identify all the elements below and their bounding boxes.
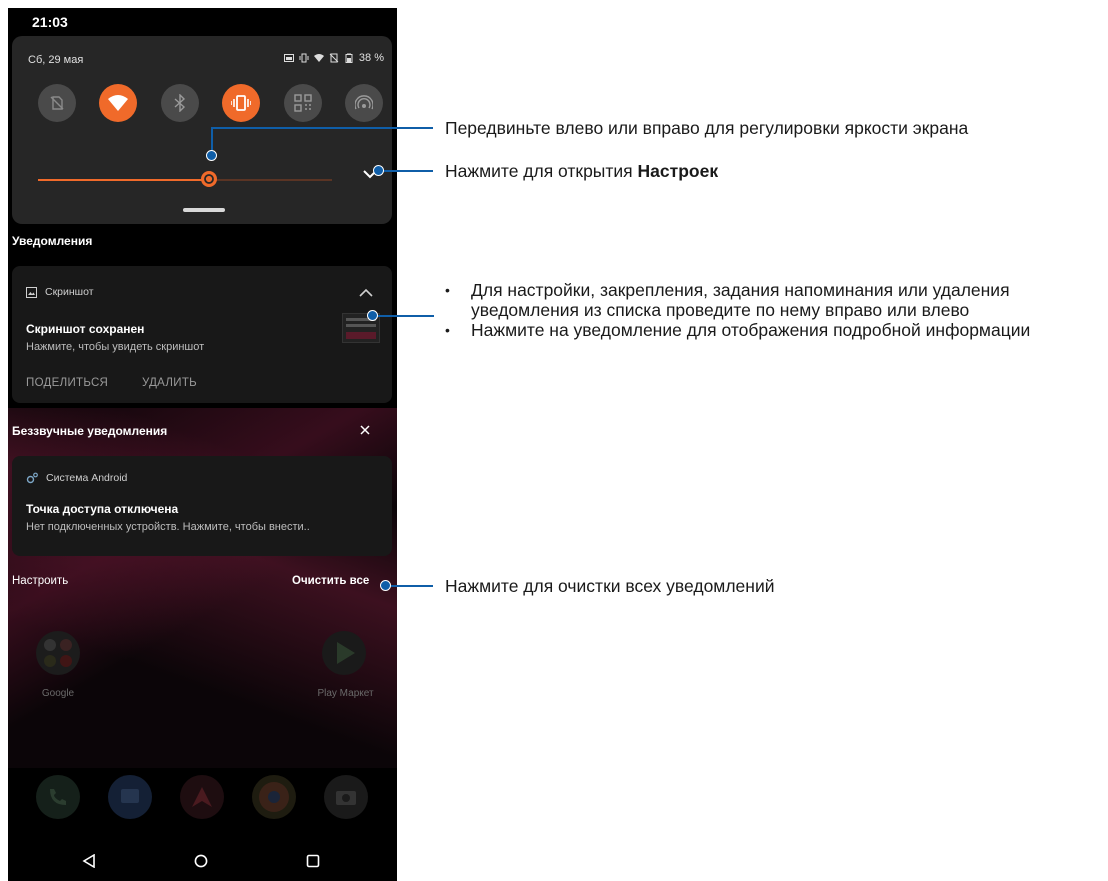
bluetooth-icon: [174, 94, 186, 112]
tap-tip: Нажмите на уведомление для отображения п…: [444, 320, 1030, 340]
chrome-logo-icon: [259, 782, 289, 812]
swipe-tip: Для настройки, закрепления, задания напо…: [444, 280, 1030, 320]
brightness-callout-line-h: [211, 127, 433, 129]
android-app-row: Система Android: [26, 472, 127, 484]
swipe-tip-line2: уведомления из списка проведите по нему …: [471, 300, 970, 320]
clear-all-callout-dot: [380, 580, 391, 591]
tile-vibrate[interactable]: [222, 84, 260, 122]
wifi-status-icon: [313, 54, 324, 62]
swipe-callout-line: [374, 315, 434, 317]
screenshot-notification-title: Скриншот сохранен: [26, 322, 145, 336]
manage-button[interactable]: Настроить: [12, 575, 68, 587]
clear-all-callout-text: Нажмите для очистки всех уведомлений: [445, 576, 775, 596]
settings-callout-prefix: Нажмите для открытия: [445, 161, 638, 181]
phone-app-icon: [36, 775, 80, 819]
clear-all-callout-line: [385, 585, 433, 587]
notification-tips-list: Для настройки, закрепления, задания напо…: [444, 280, 1030, 340]
settings-callout-bold: Настроек: [637, 161, 719, 181]
messages-app-icon: [108, 775, 152, 819]
message-bubble-icon: [121, 789, 139, 803]
camera-app-icon: [324, 775, 368, 819]
armoury-logo-icon: [192, 787, 212, 807]
settings-callout-dot: [373, 165, 384, 176]
android-system-notification[interactable]: Система Android Точка доступа отключена …: [12, 456, 392, 556]
silent-notifications-header: Беззвучные уведомления: [12, 424, 168, 438]
vibrate-status-icon: [299, 53, 309, 63]
qr-scan-icon: [294, 94, 312, 112]
navigation-bar: [8, 838, 397, 881]
collapse-chevron-icon[interactable]: [359, 288, 373, 298]
screenshot-notification[interactable]: Скриншот Скриншот сохранен Нажмите, чтоб…: [12, 266, 392, 403]
play-store-icon: [322, 631, 366, 675]
quick-tiles: [38, 84, 383, 124]
no-sim-status-icon: [329, 53, 339, 63]
qs-date: Сб, 29 мая: [28, 54, 84, 66]
wifi-icon: [108, 95, 128, 111]
play-store-label: Play Маркет: [317, 688, 374, 699]
panel-drag-handle[interactable]: [183, 208, 225, 212]
tile-mobile-data[interactable]: [38, 84, 76, 122]
screenshot-app-name: Скриншот: [45, 286, 94, 298]
play-triangle-icon: [337, 642, 355, 664]
armoury-app-icon: [180, 775, 224, 819]
screenshot-notification-text: Нажмите, чтобы увидеть скриншот: [26, 341, 205, 353]
no-sim-icon: [50, 96, 64, 110]
recents-icon[interactable]: [306, 854, 320, 868]
google-folder-icon: [36, 631, 80, 675]
google-label: Google: [41, 688, 75, 699]
battery-status-icon: [345, 53, 353, 63]
tile-qr-scan[interactable]: [284, 84, 322, 122]
quick-settings-panel: Сб, 29 мая 38 %: [12, 36, 392, 224]
back-icon[interactable]: [82, 854, 96, 868]
swipe-callout-dot: [367, 310, 378, 321]
vibrate-icon: [231, 95, 251, 111]
clear-all-button[interactable]: Очистить все: [292, 575, 369, 587]
android-notification-title: Точка доступа отключена: [26, 502, 179, 516]
chrome-app-icon: [252, 775, 296, 819]
tile-bluetooth[interactable]: [161, 84, 199, 122]
phone-screen: 21:03 Сб, 29 мая 38 % Уведомления Скринш…: [8, 8, 397, 881]
qs-status-icons: 38 %: [283, 52, 384, 64]
close-icon[interactable]: [359, 424, 371, 436]
brightness-slider[interactable]: [38, 171, 332, 187]
settings-callout-text: Нажмите для открытия Настроек: [445, 161, 718, 182]
home-icon[interactable]: [194, 854, 208, 868]
brightness-sun-icon[interactable]: [198, 168, 220, 190]
android-app-name: Система Android: [46, 472, 128, 484]
image-icon: [26, 286, 37, 298]
status-bar-time: 21:03: [32, 14, 68, 30]
brightness-callout-text: Передвиньте влево или вправо для регулир…: [445, 118, 969, 138]
screenshot-status-icon: [283, 54, 294, 62]
brightness-callout-dot: [206, 150, 217, 161]
screenshot-app-row: Скриншот: [26, 286, 94, 298]
camera-icon: [336, 791, 356, 805]
tile-wifi[interactable]: [99, 84, 137, 122]
tile-hotspot[interactable]: [345, 84, 383, 122]
notifications-header: Уведомления: [12, 234, 93, 248]
battery-percent: 38 %: [358, 52, 384, 64]
brightness-fill: [38, 179, 209, 181]
settings-callout-line: [380, 170, 433, 172]
android-notification-text: Нет подключенных устройств. Нажмите, что…: [26, 521, 310, 533]
swipe-tip-line1: Для настройки, закрепления, задания напо…: [471, 280, 1010, 300]
share-button[interactable]: ПОДЕЛИТЬСЯ: [26, 377, 108, 389]
hotspot-icon: [355, 95, 373, 110]
phone-handset-icon: [50, 789, 66, 805]
android-gear-icon: [26, 472, 38, 484]
delete-button[interactable]: УДАЛИТЬ: [142, 377, 197, 389]
